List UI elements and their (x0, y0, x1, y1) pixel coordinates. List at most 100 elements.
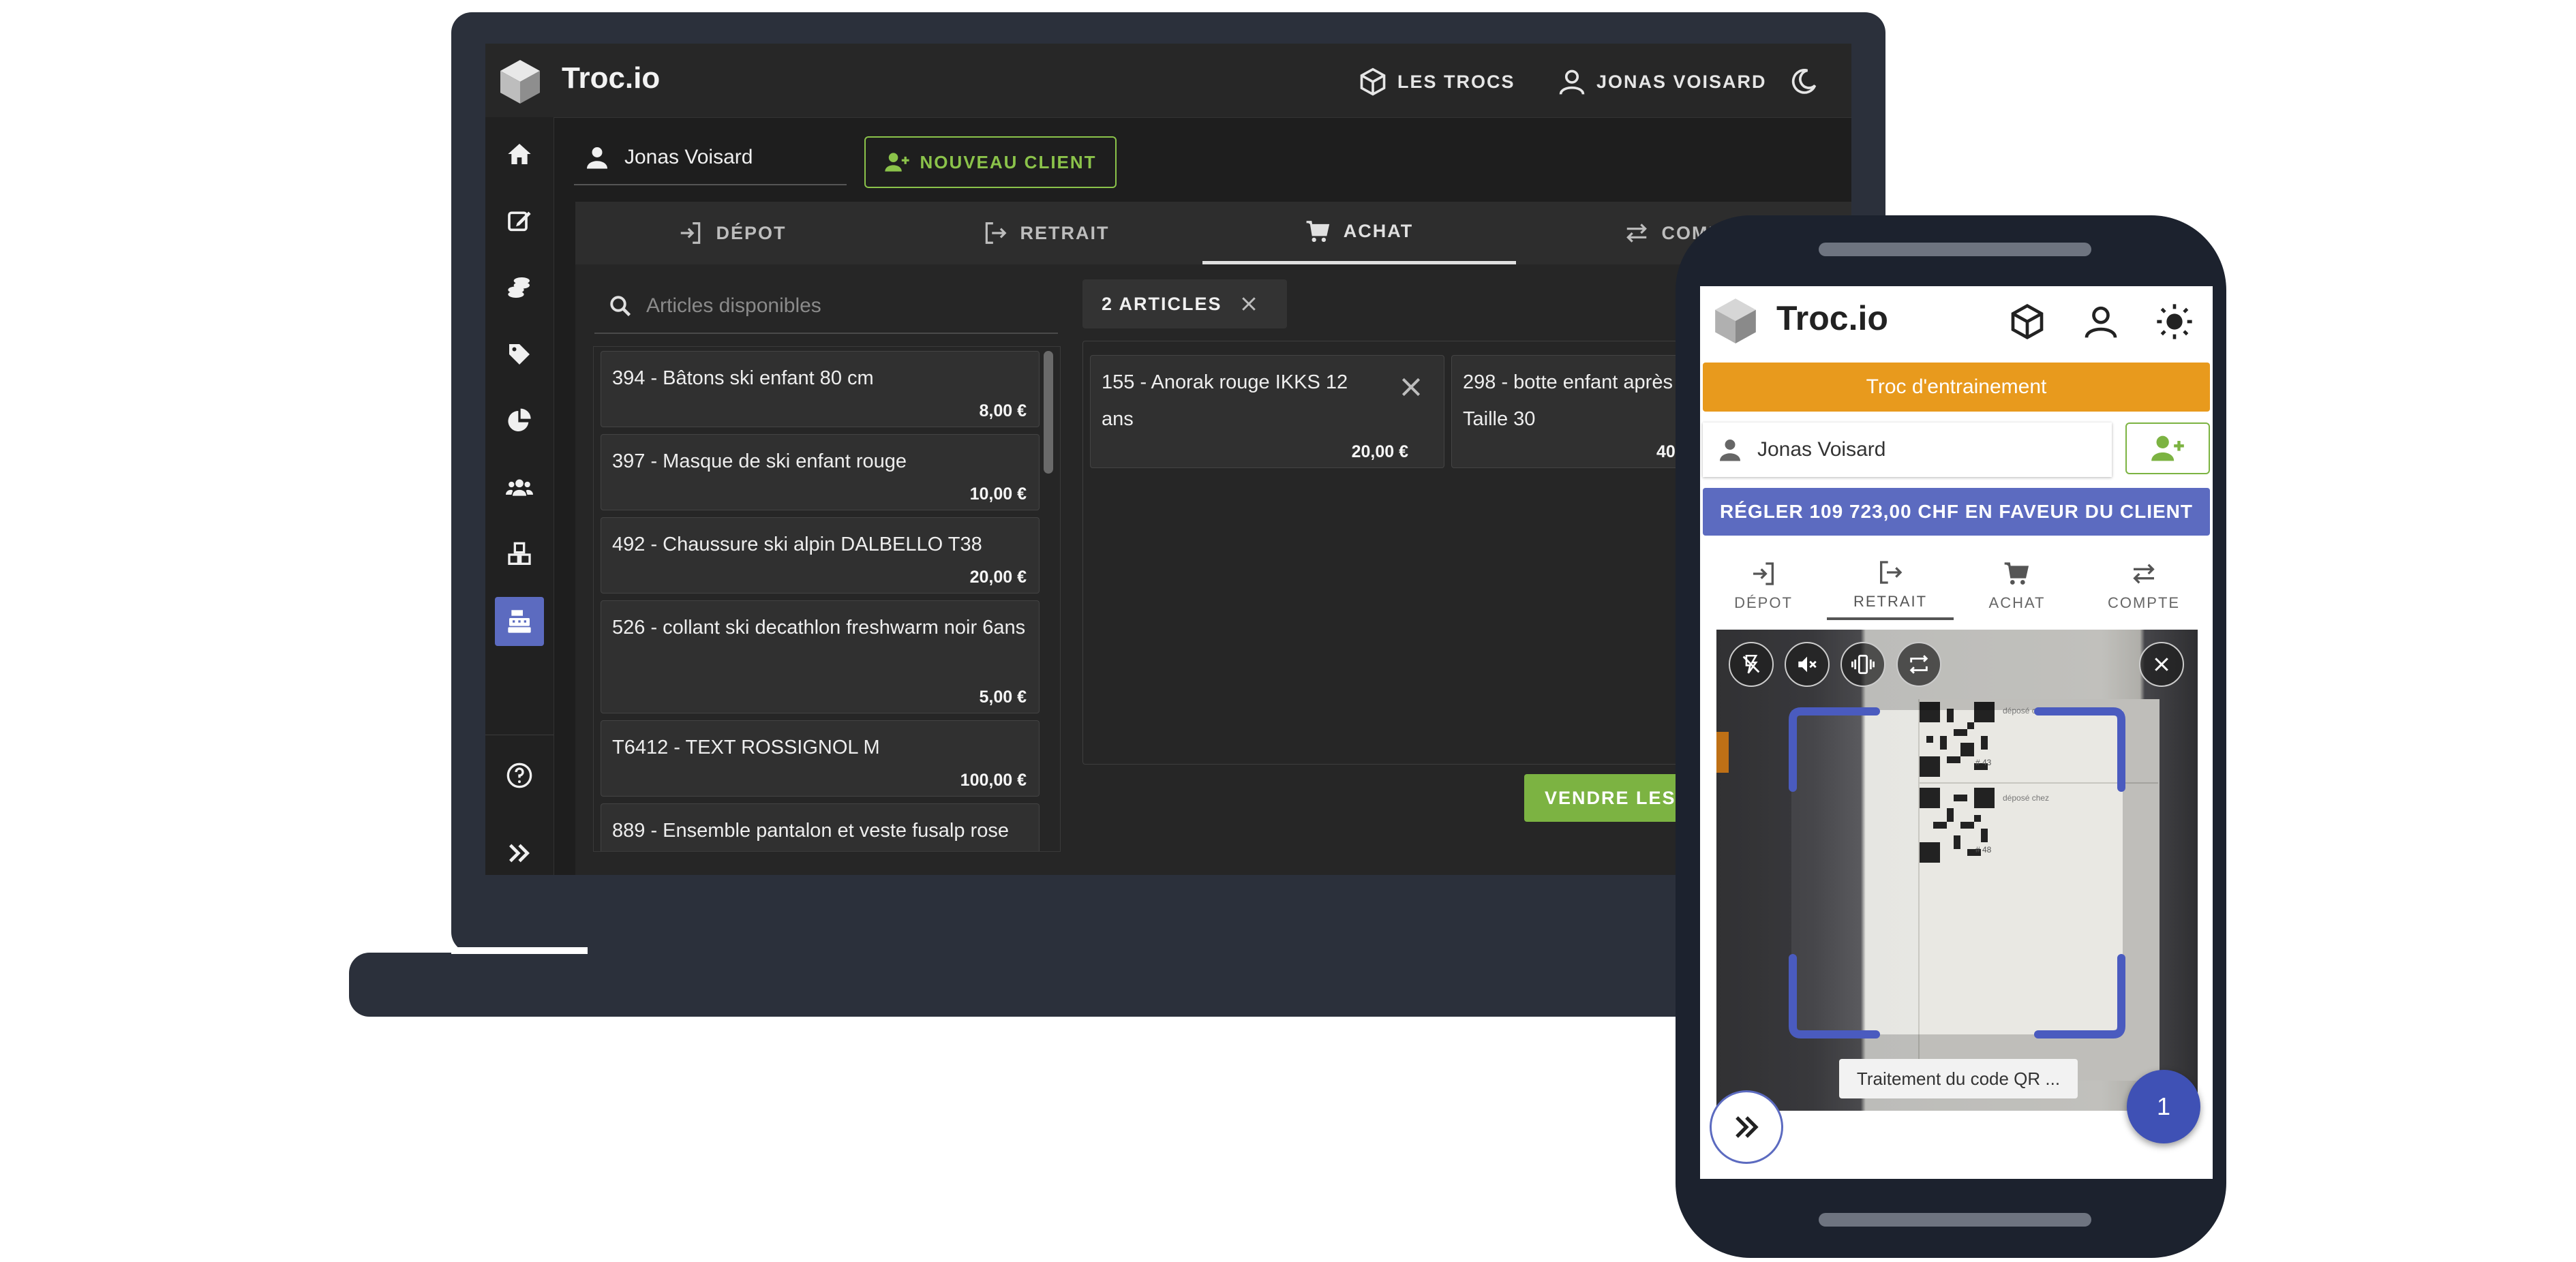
item-name: 394 - Bâtons ski enfant 80 cm (612, 367, 874, 389)
item-name: T6412 - TEXT ROSSIGNOL M (612, 737, 880, 758)
cube-outline-icon[interactable] (2008, 303, 2046, 341)
tab-compte[interactable]: COMPTE (2080, 552, 2207, 620)
item-price: 20,00 € (1351, 442, 1408, 461)
user-icon (1720, 440, 1740, 461)
search-placeholder: Articles disponibles (646, 294, 821, 317)
user-plus-icon (2151, 435, 2184, 461)
tab-achat[interactable]: ACHAT (1202, 202, 1516, 264)
sound-toggle-button[interactable] (1785, 642, 1830, 687)
sign-in-icon (1753, 562, 1774, 585)
switch-camera-button[interactable] (1896, 642, 1941, 687)
cart-icon (1306, 220, 1329, 242)
list-scrollbar[interactable] (1044, 351, 1053, 474)
scan-mask (1716, 710, 1791, 1034)
sidebar (485, 117, 554, 875)
tab-achat[interactable]: ACHAT (1954, 552, 2080, 620)
settle-button[interactable]: RÉGLER 109 723,00 CHF EN FAVEUR DU CLIEN… (1703, 488, 2210, 536)
item-name: 526 - collant ski decathlon freshwarm no… (612, 617, 1026, 638)
item-price: 10,00 € (969, 484, 1027, 504)
item-name: 155 - Anorak rouge IKKS 12 ans (1102, 371, 1348, 430)
sidebar-item-home[interactable] (495, 129, 544, 179)
client-selector[interactable]: Jonas Voisard (574, 131, 847, 185)
sidebar-item-articles[interactable] (495, 530, 544, 579)
client-selector[interactable]: Jonas Voisard (1703, 422, 2112, 477)
cart-count-label: 2 ARTICLES (1102, 293, 1222, 314)
new-client-button[interactable]: NOUVEAU CLIENT (864, 136, 1117, 188)
sidebar-item-users[interactable] (495, 463, 544, 512)
tabs-bar: DÉPOT RETRAIT ACHAT COMP (575, 202, 1851, 265)
training-banner: Troc d'entrainement (1703, 363, 2210, 412)
sign-out-icon (1880, 561, 1903, 584)
chart-pie-icon (508, 408, 531, 431)
les-trocs-button[interactable]: LES TROCS (1358, 67, 1515, 97)
client-name: Jonas Voisard (624, 146, 753, 168)
user-icon[interactable] (2082, 303, 2120, 341)
sidebar-item-cashier[interactable] (495, 597, 544, 646)
user-icon (1559, 70, 1585, 95)
purchase-panel: Articles disponibles 394 - Bâtons ski en… (575, 264, 1851, 875)
sidebar-item-help[interactable] (495, 751, 544, 800)
list-item[interactable]: 492 - Chaussure ski alpin DALBELLO T38 2… (601, 517, 1040, 594)
list-item[interactable]: 889 - Ensemble pantalon et veste fusalp … (601, 803, 1040, 851)
phone-home-bar (1819, 1213, 2091, 1227)
cube-logo-icon (500, 60, 540, 104)
close-icon[interactable] (1239, 294, 1259, 314)
tab-depot[interactable]: DÉPOT (575, 202, 889, 264)
app-title: Troc.io (562, 61, 661, 95)
vibrate-toggle-button[interactable] (1840, 642, 1885, 687)
close-scanner-button[interactable] (2139, 642, 2184, 687)
home-icon (508, 144, 531, 164)
item-price: 100,00 € (960, 771, 1027, 790)
cube-logo-icon (1715, 298, 1756, 343)
sidebar-expand-button[interactable] (495, 829, 544, 875)
cart-icon (2004, 562, 2029, 585)
sidebar-item-edit[interactable] (495, 196, 544, 245)
scan-count-badge[interactable]: 1 (2127, 1070, 2200, 1143)
item-name: 889 - Ensemble pantalon et veste fusalp … (612, 820, 1009, 842)
cart-item[interactable]: 155 - Anorak rouge IKKS 12 ans 20,00 € (1090, 355, 1444, 468)
item-name: 492 - Chaussure ski alpin DALBELLO T38 (612, 534, 982, 555)
tab-retrait-label: RETRAIT (1853, 593, 1928, 610)
scan-frame (1789, 707, 2125, 1038)
tag-icon (509, 344, 530, 365)
sun-icon[interactable] (2155, 303, 2194, 341)
help-icon (506, 763, 532, 788)
main-content: Jonas Voisard NOUVEAU CLIENT DÉPOT RETRA… (560, 117, 1851, 875)
tab-depot[interactable]: DÉPOT (1700, 552, 1827, 620)
list-item[interactable]: 394 - Bâtons ski enfant 80 cm 8,00 € (601, 351, 1040, 427)
user-icon (587, 147, 607, 169)
user-menu-label: JONAS VOISARD (1596, 71, 1767, 92)
search-input[interactable]: Articles disponibles (594, 279, 1058, 334)
list-item[interactable]: 526 - collant ski decathlon freshwarm no… (601, 600, 1040, 713)
user-menu-button[interactable]: JONAS VOISARD (1557, 67, 1767, 97)
phone-speaker (1819, 243, 2091, 256)
qr-scanner-view[interactable]: déposé chez déposé chez # 43 # 48 Traite… (1716, 630, 2198, 1111)
app-bar: Troc.io LES TROCS JONAS VOISARD (485, 44, 1851, 118)
list-item[interactable]: 397 - Masque de ski enfant rouge 10,00 € (601, 434, 1040, 510)
scanner-status-toast: Traitement du code QR ... (1839, 1059, 2078, 1098)
tab-depot-label: DÉPOT (716, 222, 787, 243)
cart-count-chip[interactable]: 2 ARTICLES (1082, 279, 1287, 328)
item-price: 8,00 € (979, 401, 1027, 420)
item-price: 5,00 € (979, 688, 1027, 707)
moon-icon[interactable] (1789, 67, 1819, 97)
remove-item-icon[interactable] (1397, 373, 1425, 401)
tab-achat-label: ACHAT (1343, 221, 1414, 241)
expand-menu-button[interactable] (1710, 1090, 1783, 1164)
tab-retrait[interactable]: RETRAIT (889, 202, 1202, 264)
sign-in-icon (681, 222, 701, 244)
client-name: Jonas Voisard (1757, 438, 1886, 461)
sidebar-item-tags[interactable] (495, 330, 544, 379)
new-client-button[interactable] (2125, 422, 2210, 474)
sidebar-item-stats[interactable] (495, 397, 544, 446)
flash-toggle-button[interactable] (1729, 642, 1774, 687)
cubes-icon (508, 542, 531, 565)
sidebar-item-coins[interactable] (495, 263, 544, 312)
coins-icon (508, 277, 530, 298)
cash-register-icon (508, 610, 531, 633)
tab-retrait[interactable]: RETRAIT (1827, 552, 1954, 620)
list-item[interactable]: T6412 - TEXT ROSSIGNOL M 100,00 € (601, 720, 1040, 797)
chevrons-right-icon (509, 844, 530, 863)
user-plus-icon (885, 153, 910, 172)
switch-camera-icon (1909, 655, 1928, 674)
